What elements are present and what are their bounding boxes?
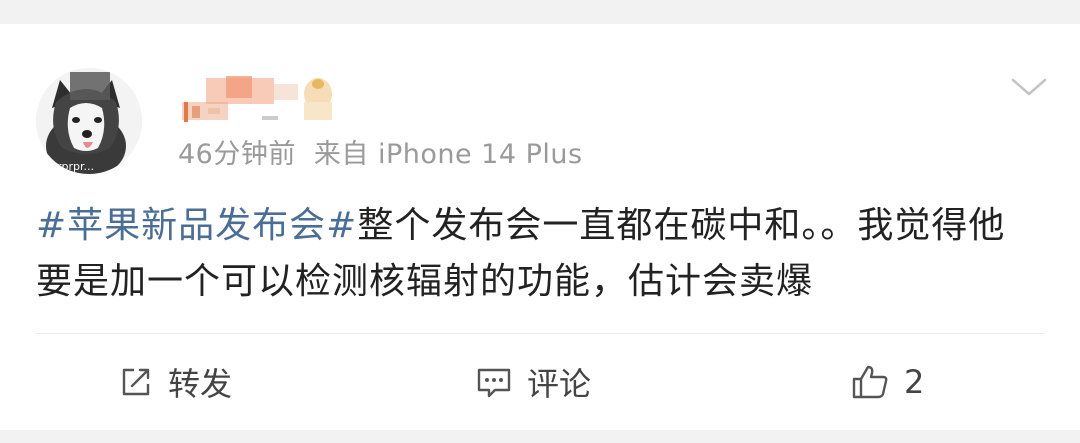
forward-button[interactable]: 转发 [118,358,232,406]
post-source: 来自 iPhone 14 Plus [313,139,583,170]
post-time: 46分钟前 [178,139,296,170]
more-options-button[interactable] [1010,74,1048,100]
post-body: #苹果新品发布会#整个发布会一直都在碳中和。。我觉得他要是加一个可以检测核辐射的… [36,198,1036,310]
thumbs-up-icon [852,365,888,399]
avatar[interactable]: prprpr... [36,68,142,174]
comment-button[interactable]: 评论 [475,358,591,406]
chevron-down-icon [1011,78,1047,96]
like-button[interactable]: 2 [850,358,924,406]
comment-icon [477,368,511,398]
like-count: 2 [904,363,925,401]
hashtag-link[interactable]: #苹果新品发布会# [36,205,357,246]
husky-avatar-image: prprpr... [36,68,142,174]
divider [36,333,1044,334]
share-edit-icon [122,368,150,396]
forward-label: 转发 [168,365,233,403]
post-meta: 46分钟前 来自 iPhone 14 Plus [178,132,583,171]
weibo-post-card: prprpr... 46分钟前 来自 iPhone 14 Plus #苹果新品发布… [0,24,1080,430]
username-blurred[interactable] [180,72,340,128]
avatar-caption: prprpr... [50,160,94,173]
comment-label: 评论 [527,365,592,403]
